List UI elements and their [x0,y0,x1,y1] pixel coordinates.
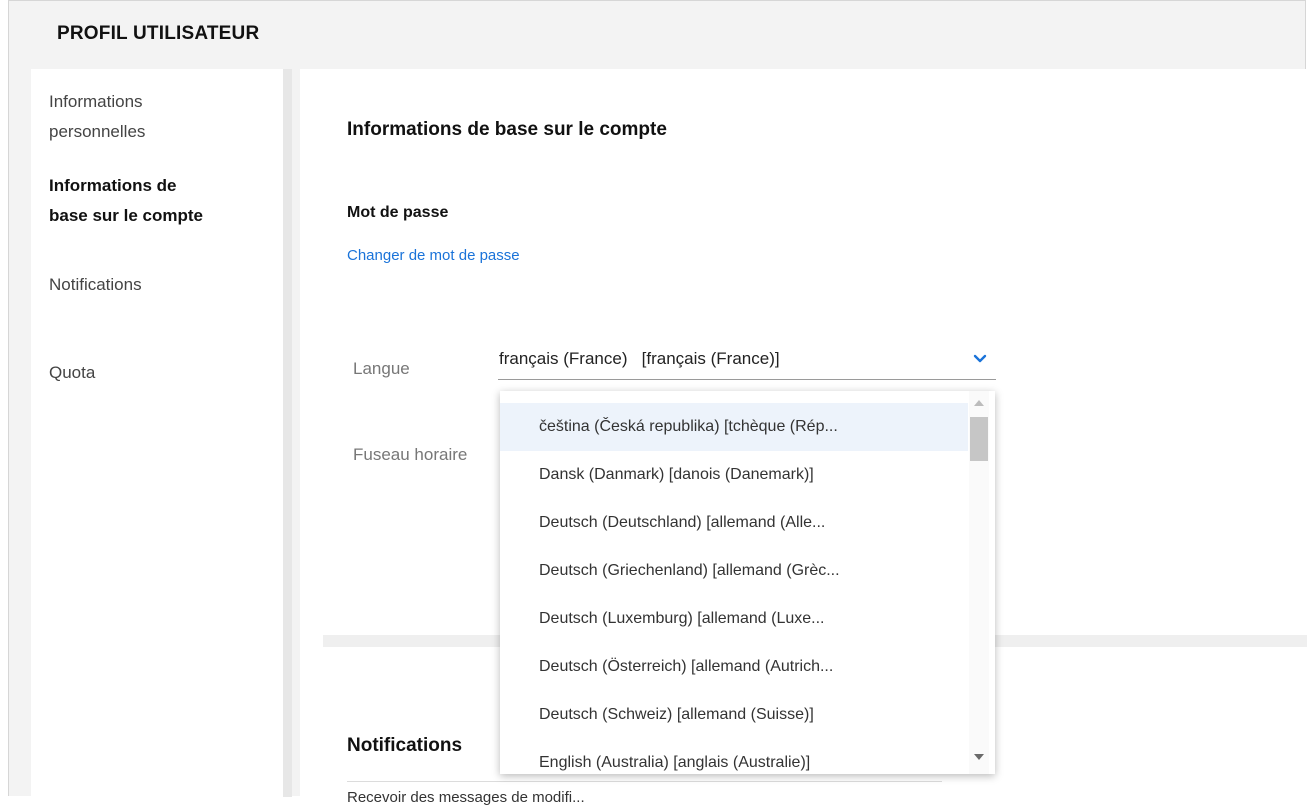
password-label: Mot de passe [347,204,449,221]
scroll-up-icon[interactable] [974,400,984,406]
change-password-link[interactable]: Changer de mot de passe [347,247,520,264]
language-label: Langue [353,359,410,378]
language-option[interactable]: Deutsch (Österreich) [allemand (Autrich.… [500,643,968,691]
language-select[interactable]: français (France) [français (France)] [498,345,996,380]
page-title: PROFIL UTILISATEUR [57,23,260,44]
option-list: čeština (Česká republika) [tchèque (Rép.… [500,403,968,774]
sidebar-item-label: Informations [49,92,143,111]
sidebar-divider [283,69,292,797]
scrollbar-thumb[interactable] [970,417,988,461]
sidebar-item-label: Informations de [49,176,177,195]
language-option[interactable]: Deutsch (Schweiz) [allemand (Suisse)] [500,691,968,739]
scroll-down-icon[interactable] [974,754,984,760]
language-value: français (France) [français (France)] [499,349,780,368]
section-title: Informations de base sur le compte [347,119,667,140]
notifications-rule [347,781,942,782]
sidebar-item-quota[interactable]: Quota [49,358,95,388]
sidebar-item-label: base sur le compte [49,206,204,225]
language-option[interactable]: Dansk (Danmark) [danois (Danemark)] [500,451,968,499]
scrollbar[interactable] [969,391,989,774]
language-option[interactable]: čeština (Česká republika) [tchèque (Rép.… [500,403,968,451]
page-header: PROFIL UTILISATEUR [9,1,1305,69]
language-dropdown-list[interactable]: čeština (Česká republika) [tchèque (Rép.… [500,391,995,774]
language-option[interactable]: Deutsch (Luxemburg) [allemand (Luxe... [500,595,968,643]
notifications-description: Recevoir des messages de modifi... [347,789,585,806]
notifications-title: Notifications [347,735,463,756]
sidebar-item-label: personnelles [49,122,146,141]
timezone-label: Fuseau horaire [353,445,468,464]
language-option[interactable]: Deutsch (Deutschland) [allemand (Alle... [500,499,968,547]
language-option[interactable]: English (Australia) [anglais (Australie)… [500,739,968,774]
sidebar-item-label: Quota [49,363,96,382]
sidebar-item-account-basics[interactable]: Informations de base sur le compte [49,171,203,231]
sidebar-item-notifications[interactable]: Notifications [49,270,142,300]
sidebar-item-label: Notifications [49,275,142,294]
chevron-down-icon[interactable] [972,351,988,367]
sidebar: Informations personnelles Informations d… [31,69,283,797]
language-option[interactable]: Deutsch (Griechenland) [allemand (Grèc..… [500,547,968,595]
sidebar-item-personal-info[interactable]: Informations personnelles [49,87,145,147]
